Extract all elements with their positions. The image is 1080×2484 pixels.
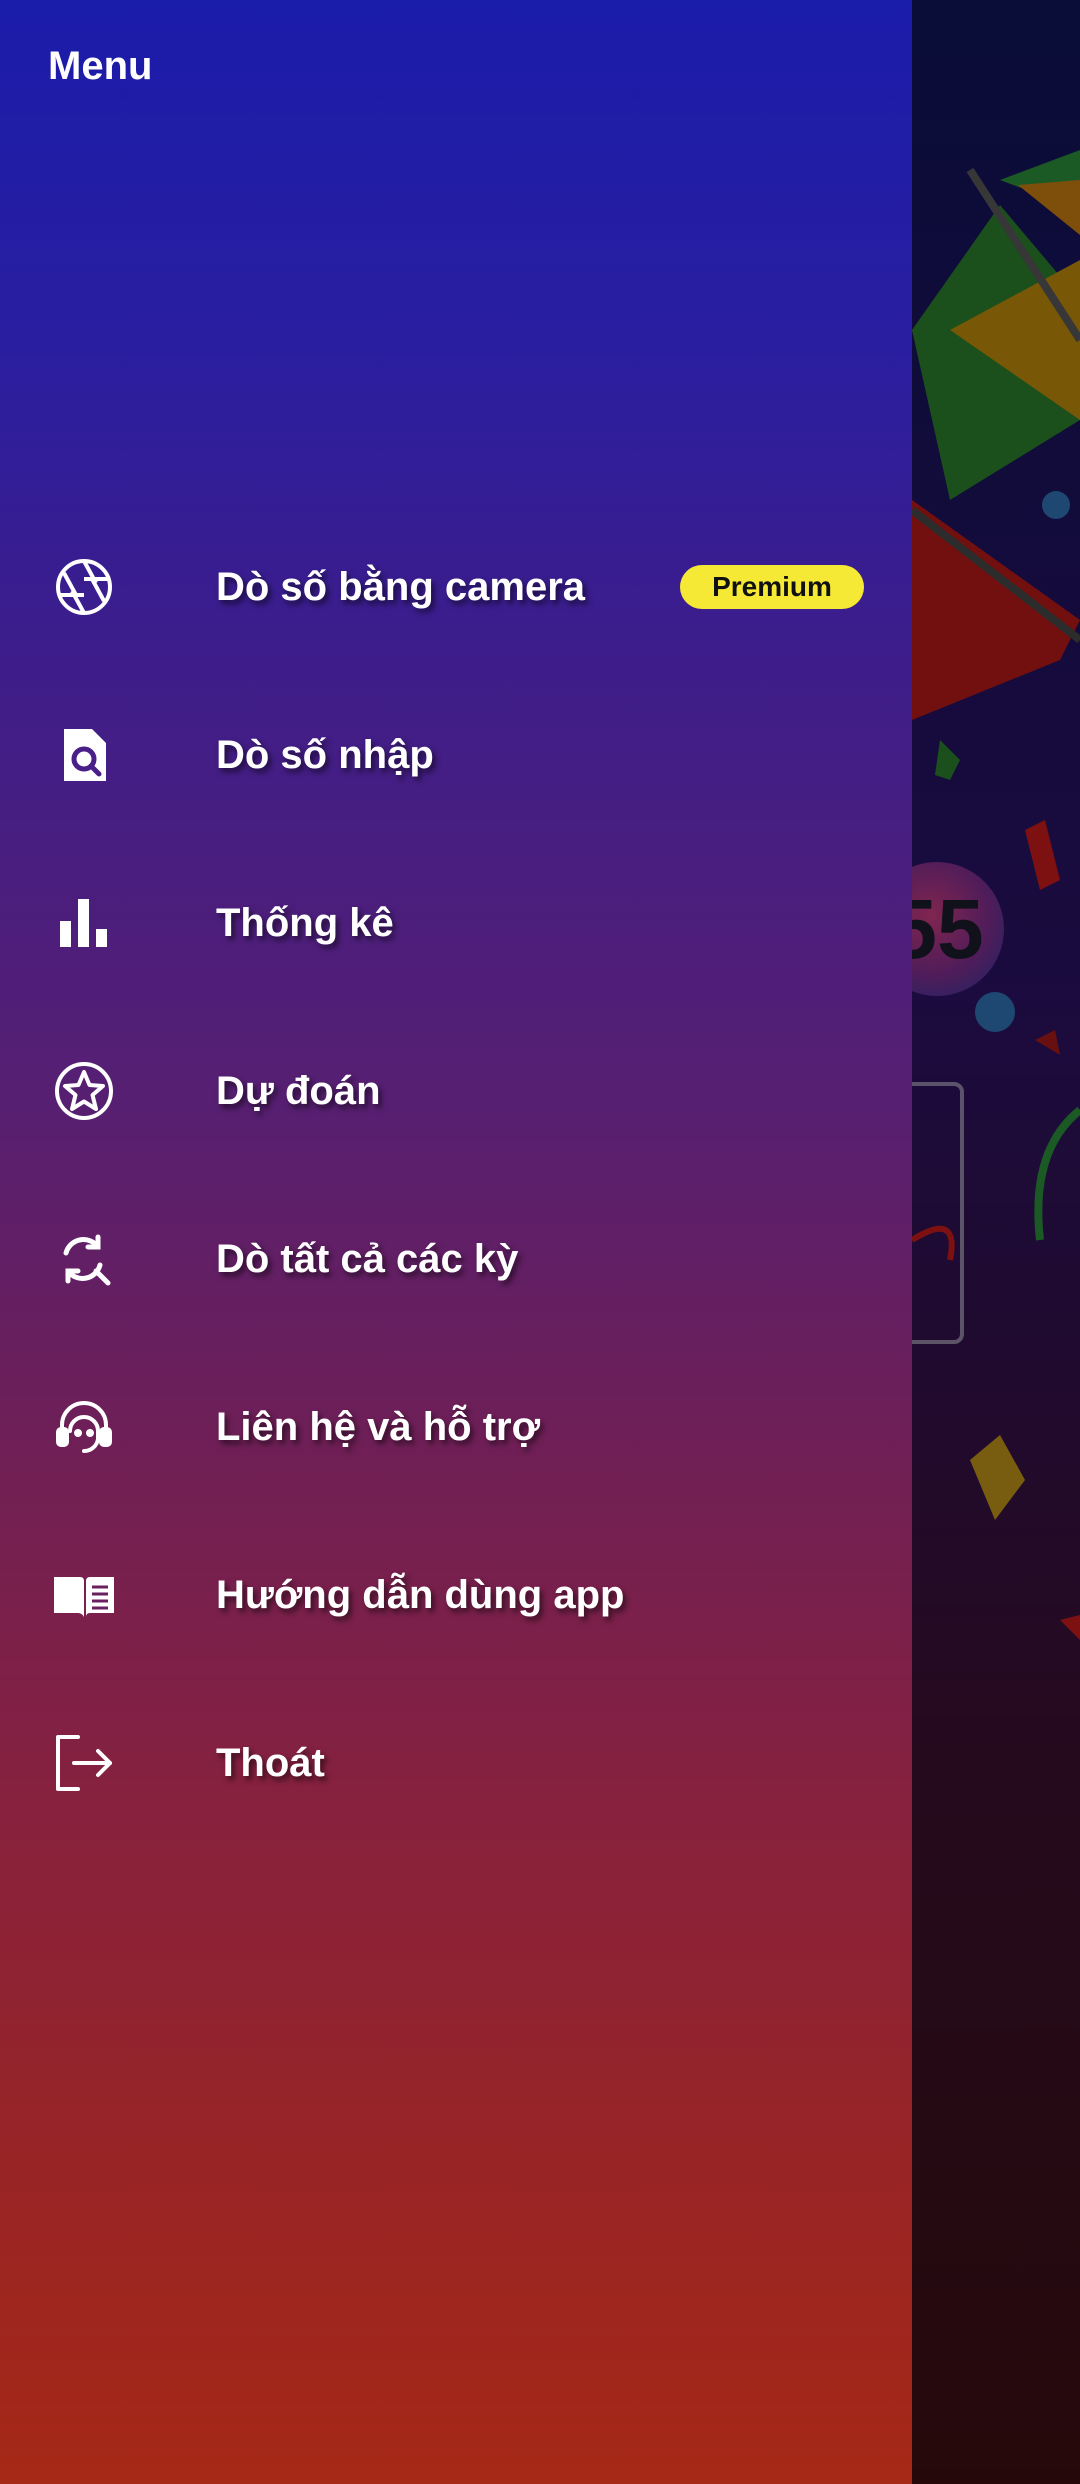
- logout-icon: [52, 1731, 116, 1795]
- menu-item-statistics[interactable]: Thống kê: [0, 839, 912, 1007]
- screen: 55 Menu Dò số bằng camera Premium Dò số …: [0, 0, 1080, 2484]
- menu-item-contact-support[interactable]: Liên hệ và hỗ trợ: [0, 1343, 912, 1511]
- menu-item-prediction[interactable]: Dự đoán: [0, 1007, 912, 1175]
- premium-badge: Premium: [680, 565, 864, 609]
- search-document-icon: [52, 723, 116, 787]
- camera-aperture-icon: [52, 555, 116, 619]
- star-circle-icon: [52, 1059, 116, 1123]
- menu-item-label: Thoát: [216, 1740, 325, 1785]
- menu-item-label: Dò số nhập: [216, 732, 434, 777]
- bar-chart-icon: [52, 891, 116, 955]
- navigation-drawer: Menu Dò số bằng camera Premium Dò số nhậ…: [0, 0, 912, 2484]
- menu-item-label: Dự đoán: [216, 1068, 381, 1113]
- menu-item-camera-scan[interactable]: Dò số bằng camera Premium: [0, 503, 912, 671]
- menu-item-label: Liên hệ và hỗ trợ: [216, 1404, 541, 1449]
- book-icon: [52, 1563, 116, 1627]
- menu-item-manual-check[interactable]: Dò số nhập: [0, 671, 912, 839]
- menu-list: Dò số bằng camera Premium Dò số nhập Thố…: [0, 503, 912, 1847]
- menu-item-label: Thống kê: [216, 900, 394, 945]
- menu-item-label: Dò tất cả các kỳ: [216, 1236, 519, 1281]
- menu-item-check-all-draws[interactable]: Dò tất cả các kỳ: [0, 1175, 912, 1343]
- menu-item-label: Dò số bằng camera: [216, 564, 586, 609]
- headset-support-icon: [52, 1395, 116, 1459]
- menu-item-logout[interactable]: Thoát: [0, 1679, 912, 1847]
- drawer-title: Menu: [48, 44, 153, 88]
- refresh-search-icon: [52, 1227, 116, 1291]
- menu-item-label: Hướng dẫn dùng app: [216, 1572, 625, 1617]
- menu-item-user-guide[interactable]: Hướng dẫn dùng app: [0, 1511, 912, 1679]
